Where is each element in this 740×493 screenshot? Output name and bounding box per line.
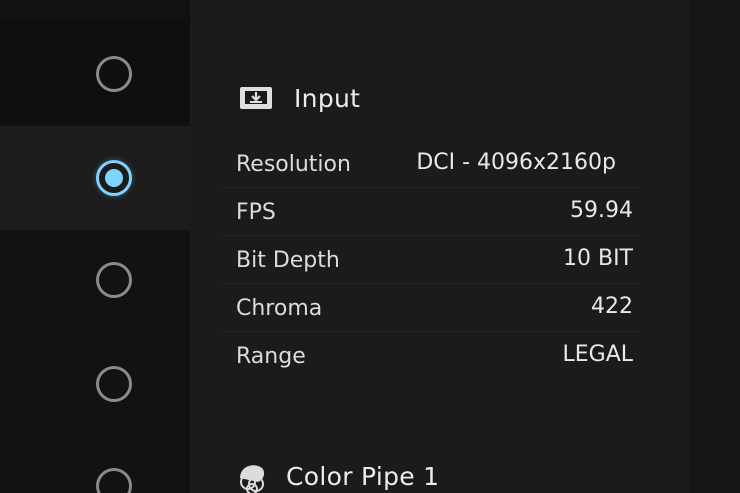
rail-slot-1 (0, 18, 190, 122)
radio-option-3[interactable] (96, 262, 132, 298)
property-label: Resolution (236, 152, 351, 177)
rail-slot-2 (0, 126, 190, 230)
monitor-settings-screen: Input Resolution DCI - 4096x2160p FPS 59… (0, 0, 740, 493)
property-row-range: Range LEGAL (220, 332, 640, 379)
property-value: 59.94 (570, 198, 633, 223)
input-section-header: Input (240, 78, 360, 118)
radio-option-5[interactable] (96, 468, 132, 493)
radio-rail (0, 0, 190, 493)
property-row-resolution: Resolution DCI - 4096x2160p (220, 140, 640, 188)
property-value: LEGAL (562, 342, 633, 367)
input-icon (240, 87, 272, 109)
color-pipe-section-header: Color Pipe 1 (234, 456, 439, 493)
property-value: DCI - 4096x2160p (416, 150, 616, 175)
color-pipe-icon (240, 465, 265, 493)
input-properties-list: Resolution DCI - 4096x2160p FPS 59.94 Bi… (220, 140, 640, 379)
property-row-fps: FPS 59.94 (220, 188, 640, 236)
property-value: 422 (591, 294, 633, 319)
radio-option-4[interactable] (96, 366, 132, 402)
adjacent-column (690, 0, 740, 493)
property-label: FPS (236, 200, 276, 225)
property-row-chroma: Chroma 422 (220, 284, 640, 332)
property-value: 10 BIT (562, 246, 633, 271)
radio-option-1[interactable] (96, 56, 132, 92)
property-label: Bit Depth (236, 248, 340, 273)
property-row-bit-depth: Bit Depth 10 BIT (220, 236, 640, 284)
color-pipe-section-title: Color Pipe 1 (286, 461, 440, 491)
radio-option-2[interactable] (96, 160, 132, 196)
settings-panel: Input Resolution DCI - 4096x2160p FPS 59… (190, 0, 690, 493)
property-label: Chroma (236, 296, 323, 321)
property-label: Range (236, 344, 306, 369)
input-section-title: Input (294, 83, 361, 113)
